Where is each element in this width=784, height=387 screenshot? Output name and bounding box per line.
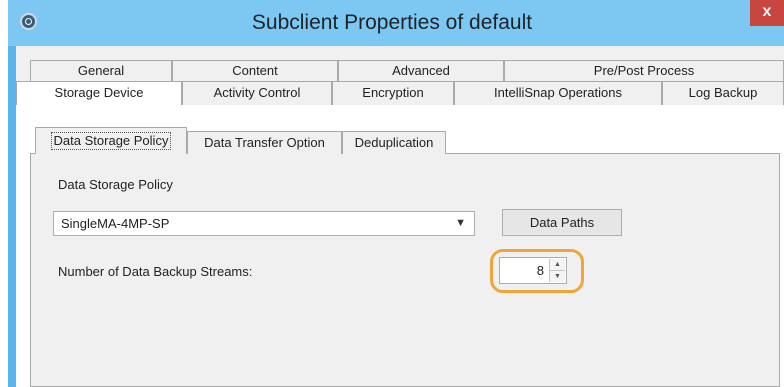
subtab-data-transfer-option[interactable]: Data Transfer Option — [187, 131, 342, 154]
chevron-down-icon[interactable]: ▼ — [455, 212, 466, 235]
storage-policy-select[interactable]: SingleMA-4MP-SP ▼ — [53, 211, 475, 236]
window-title: Subclient Properties of default — [251, 11, 533, 34]
tab-storage-device[interactable]: Storage Device — [16, 81, 182, 105]
subtab-data-storage-policy[interactable]: Data Storage Policy — [35, 127, 187, 154]
spinner-buttons: ▲ ▼ — [549, 259, 565, 282]
tab-content[interactable]: Content — [172, 60, 338, 81]
backup-streams-value: 8 — [536, 263, 544, 278]
spinner-up-icon[interactable]: ▲ — [550, 259, 565, 271]
tab-activity-control[interactable]: Activity Control — [182, 81, 332, 105]
subtab-deduplication[interactable]: Deduplication — [342, 131, 446, 154]
tab-general[interactable]: General — [30, 60, 172, 81]
data-paths-button[interactable]: Data Paths — [502, 209, 622, 236]
tab-log-backup[interactable]: Log Backup — [662, 81, 784, 105]
tab-advanced[interactable]: Advanced — [338, 60, 504, 81]
storage-policy-value: SingleMA-4MP-SP — [61, 216, 170, 231]
spinner-down-icon[interactable]: ▼ — [550, 271, 565, 282]
close-button[interactable]: x — [750, 0, 784, 26]
tab-intellisnap-operations[interactable]: IntelliSnap Operations — [454, 81, 662, 105]
backup-streams-spinner[interactable]: 8 ▲ ▼ — [499, 257, 567, 284]
tab-pre-post-process[interactable]: Pre/Post Process — [504, 60, 784, 81]
backup-streams-label: Number of Data Backup Streams: — [58, 264, 253, 279]
storage-policy-label: Data Storage Policy — [58, 177, 173, 192]
tab-encryption[interactable]: Encryption — [332, 81, 454, 105]
subtab-data-storage-policy-label: Data Storage Policy — [50, 132, 172, 150]
